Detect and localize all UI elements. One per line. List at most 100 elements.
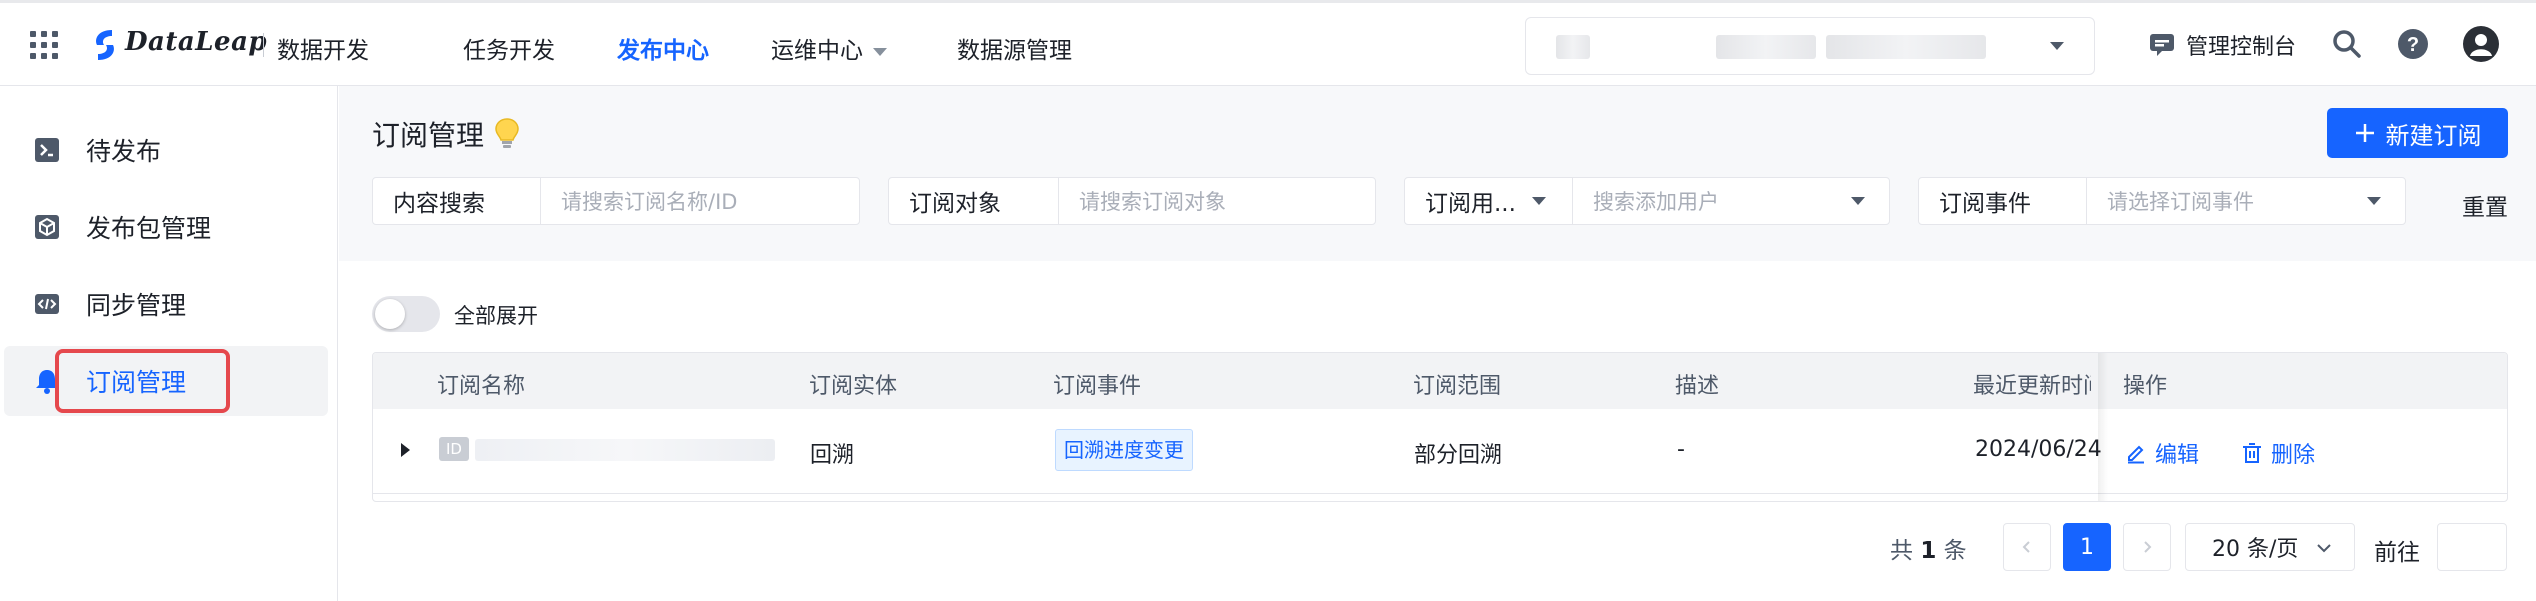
delete-label: 删除 xyxy=(2271,443,2316,468)
user-search-select[interactable]: 搜索添加用户 xyxy=(1573,178,1889,224)
sidebar: 待发布 发布包管理 同步管理 订阅管理 xyxy=(0,86,338,601)
redacted-subscription-name xyxy=(475,439,775,461)
subscription-table: 订阅名称 订阅实体 订阅事件 订阅范围 描述 最近更新时间 操作 ID 回溯 回… xyxy=(372,352,2508,502)
toggle-knob xyxy=(375,299,405,329)
subject-filter: 订阅对象 请搜索订阅对象 xyxy=(888,177,1376,225)
svg-text:?: ? xyxy=(2407,34,2419,56)
chevron-down-icon xyxy=(1532,197,1546,205)
column-header-description: 描述 xyxy=(1675,374,1720,399)
nav-task-dev[interactable]: 任务开发 xyxy=(463,31,555,65)
nav-ops-center-label: 运维中心 xyxy=(771,38,863,64)
total-prefix: 共 xyxy=(1890,538,1913,564)
column-header-name: 订阅名称 xyxy=(437,374,526,399)
main-header-panel xyxy=(339,86,2536,261)
page-size-select[interactable]: 20 条/页 xyxy=(2185,523,2355,571)
management-console-link[interactable]: 管理控制台 xyxy=(2148,29,2296,61)
chevron-down-icon xyxy=(1851,197,1865,205)
event-filter: 订阅事件 请选择订阅事件 xyxy=(1918,177,2406,225)
brand-divider xyxy=(263,33,264,57)
sidebar-item-pending-release[interactable]: 待发布 xyxy=(0,115,328,185)
column-header-entity: 订阅实体 xyxy=(809,374,898,399)
redacted-block xyxy=(1556,35,1590,59)
prev-page-button[interactable] xyxy=(2003,523,2051,571)
reset-button[interactable]: 重置 xyxy=(2462,188,2508,222)
sidebar-item-label: 待发布 xyxy=(86,137,162,166)
delete-button[interactable]: 删除 xyxy=(2241,437,2315,469)
new-subscription-label: 新建订阅 xyxy=(2385,121,2482,150)
brand-name: DataLeap xyxy=(125,27,268,57)
page-size-value: 20 条/页 xyxy=(2212,537,2299,562)
sidebar-item-label: 发布包管理 xyxy=(86,214,212,243)
cell-description: - xyxy=(1677,437,1685,462)
user-filter-type-select[interactable]: 订阅用... xyxy=(1405,178,1573,224)
chevron-down-icon xyxy=(873,47,887,56)
cell-scope: 部分回溯 xyxy=(1414,443,1503,468)
total-count: 共 1 条 xyxy=(1890,531,1967,565)
sidebar-item-sync-mgmt[interactable]: 同步管理 xyxy=(0,269,328,339)
filter-label: 订阅用... xyxy=(1425,191,1516,217)
page-title: 订阅管理 xyxy=(372,114,520,154)
package-icon xyxy=(35,215,59,239)
goto-label: 前往 xyxy=(2374,540,2420,566)
filter-label: 订阅事件 xyxy=(1919,178,2087,224)
console-icon xyxy=(2150,34,2174,56)
expand-row-icon[interactable] xyxy=(401,443,410,457)
user-search-placeholder: 搜索添加用户 xyxy=(1593,190,1719,214)
table-header: 订阅名称 订阅实体 订阅事件 订阅范围 描述 最近更新时间 操作 xyxy=(373,353,2507,409)
code-sync-icon xyxy=(35,294,59,314)
new-subscription-button[interactable]: 新建订阅 xyxy=(2327,108,2508,158)
app-grid-icon[interactable] xyxy=(30,31,58,59)
cell-updated: 2024/06/24 xyxy=(1975,437,2102,462)
sidebar-item-label: 同步管理 xyxy=(86,291,187,320)
column-header-event: 订阅事件 xyxy=(1053,374,1142,399)
column-header-actions: 操作 xyxy=(2123,374,2168,399)
nav-release-center[interactable]: 发布中心 xyxy=(617,31,709,65)
lightbulb-icon[interactable] xyxy=(494,117,520,151)
nav-ops-center[interactable]: 运维中心 xyxy=(771,31,887,65)
table-row: ID 回溯 回溯进度变更 部分回溯 - 2024/06/24 编辑 删除 xyxy=(373,409,2507,494)
event-select-placeholder: 请选择订阅事件 xyxy=(2107,190,2254,214)
subject-search-input[interactable]: 请搜索订阅对象 xyxy=(1059,178,1375,224)
page-number-current[interactable]: 1 xyxy=(2063,523,2111,571)
chevron-down-icon xyxy=(2050,42,2064,50)
total-value: 1 xyxy=(1920,538,1937,564)
edit-label: 编辑 xyxy=(2155,443,2200,468)
management-console-label: 管理控制台 xyxy=(2186,35,2297,60)
trash-icon xyxy=(2243,443,2261,463)
page-title-text: 订阅管理 xyxy=(372,119,485,152)
next-page-button[interactable] xyxy=(2123,523,2171,571)
chevron-left-icon xyxy=(2022,541,2030,553)
plus-icon xyxy=(2355,124,2374,142)
fixed-column-shadow xyxy=(2098,353,2108,501)
chevron-down-icon xyxy=(2367,197,2381,205)
highlight-annotation xyxy=(55,349,230,413)
column-header-updated: 最近更新时间 xyxy=(1973,374,2091,399)
product-name[interactable]: 数据开发 xyxy=(277,31,369,65)
chevron-down-icon xyxy=(2317,544,2331,553)
redacted-block xyxy=(1826,35,1986,59)
redacted-block xyxy=(1716,35,1816,59)
expand-all-toggle[interactable] xyxy=(372,296,440,332)
terminal-icon xyxy=(35,138,59,162)
filter-label: 订阅对象 xyxy=(889,178,1059,224)
user-avatar-icon[interactable] xyxy=(2462,25,2500,63)
nav-datasource[interactable]: 数据源管理 xyxy=(957,31,1072,65)
content-search-filter: 内容搜索 请搜索订阅名称/ID xyxy=(372,177,860,225)
dataleap-logo-icon xyxy=(88,27,122,67)
chevron-right-icon xyxy=(2144,541,2152,553)
id-badge: ID xyxy=(439,437,469,461)
help-icon[interactable]: ? xyxy=(2396,27,2430,61)
project-selector[interactable] xyxy=(1525,17,2095,75)
event-select[interactable]: 请选择订阅事件 xyxy=(2087,178,2405,224)
goto-page-input[interactable] xyxy=(2437,523,2507,571)
cell-entity: 回溯 xyxy=(810,443,855,468)
event-tag: 回溯进度变更 xyxy=(1055,429,1193,471)
total-suffix: 条 xyxy=(1943,538,1967,564)
content-search-input[interactable]: 请搜索订阅名称/ID xyxy=(541,178,859,224)
search-icon[interactable] xyxy=(2330,27,2364,61)
user-filter: 订阅用... 搜索添加用户 xyxy=(1404,177,1890,225)
expand-all-label: 全部展开 xyxy=(454,304,538,328)
sidebar-item-package-mgmt[interactable]: 发布包管理 xyxy=(0,192,328,262)
edit-button[interactable]: 编辑 xyxy=(2125,437,2199,469)
edit-icon xyxy=(2128,445,2144,464)
